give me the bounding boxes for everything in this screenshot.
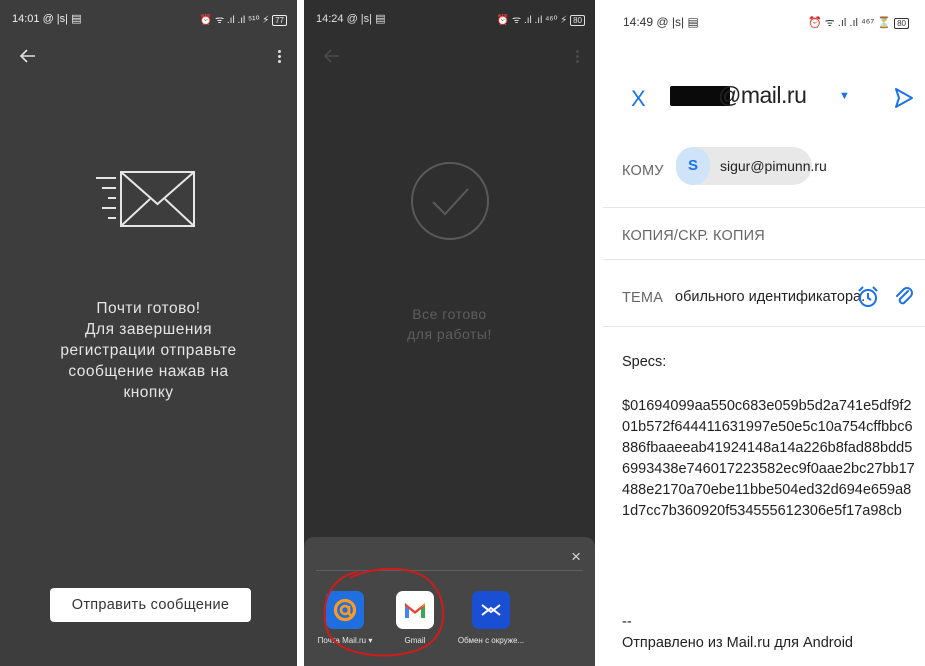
battery-icon: 77 xyxy=(272,14,287,26)
status-bar: 14:49 @ |s| ▤ ⏰ ᯤ .ıl .ıl ⁴⁶⁷ ⏳ 80 xyxy=(603,0,925,34)
status-time: 14:24 @ |s| ▤ xyxy=(316,13,386,25)
body-hash-text: $01694099aa550c683e059b5d2a741e5df9f201b… xyxy=(622,398,915,519)
almost-ready-message: Почти готово! Для завершения регистрации… xyxy=(60,300,237,401)
status-icons: ⏰ ᯤ .ıl .ıl ⁴⁶⁰ ⚡ 80 xyxy=(497,12,585,26)
share-target-nearby[interactable]: Обмен с окруже... xyxy=(446,591,536,645)
alarm-clock-icon[interactable] xyxy=(856,285,880,314)
to-row: КОМУ S sigur@pimunn.ru xyxy=(603,125,925,208)
avatar: S xyxy=(676,147,710,185)
share-target-label: Обмен с окруже... xyxy=(457,636,525,645)
battery-icon: 80 xyxy=(894,17,909,29)
annotation-circle xyxy=(323,568,445,657)
screen-almost-ready: 14:01 @ |s| ▤ ⏰ ᯤ .ıl .ıl ⁵¹⁰ ⚡ 77 Почти… xyxy=(0,0,297,666)
back-arrow-icon[interactable] xyxy=(322,46,342,66)
send-icon[interactable] xyxy=(893,86,915,115)
signature-text: Отправлено из Mail.ru для Android xyxy=(622,635,853,651)
status-icons: ⏰ ᯤ .ıl .ıl ⁵¹⁰ ⚡ 77 xyxy=(200,12,287,26)
cc-label: КОПИЯ/СКР. КОПИЯ xyxy=(622,228,765,244)
recipient-chip[interactable]: S sigur@pimunn.ru xyxy=(676,147,827,185)
subject-row: ТЕМА обильного идентификатора. xyxy=(603,268,925,327)
more-options-icon[interactable] xyxy=(277,50,283,64)
signature-separator: -- xyxy=(622,614,632,630)
close-compose-button[interactable]: X xyxy=(631,86,646,112)
envelope-sending-icon xyxy=(92,168,204,239)
status-bar: 14:01 @ |s| ▤ ⏰ ᯤ .ıl .ıl ⁵¹⁰ ⚡ 77 xyxy=(0,0,297,34)
status-time: 14:01 @ |s| ▤ xyxy=(12,13,82,25)
attachment-icon[interactable] xyxy=(892,285,916,314)
cc-row[interactable]: КОПИЯ/СКР. КОПИЯ xyxy=(603,207,925,260)
send-message-button[interactable]: Отправить сообщение xyxy=(50,588,251,622)
more-options-icon[interactable] xyxy=(575,50,581,64)
email-signature: -- Отправлено из Mail.ru для Android xyxy=(622,612,853,654)
recipient-email: sigur@pimunn.ru xyxy=(720,158,827,174)
status-icons: ⏰ ᯤ .ıl .ıl ⁴⁶⁷ ⏳ 80 xyxy=(808,15,909,30)
from-address[interactable]: @mail.ru xyxy=(718,82,807,109)
subject-label: ТЕМА xyxy=(622,290,664,306)
email-body[interactable]: Specs: $01694099aa550c683e059b5d2a741e5d… xyxy=(622,352,918,522)
status-time: 14:49 @ |s| ▤ xyxy=(623,15,699,29)
compose-header: X @mail.ru ▼ xyxy=(603,80,925,120)
battery-icon: 80 xyxy=(570,14,585,26)
body-specs-label: Specs: xyxy=(622,354,667,370)
checkmark-circle-icon xyxy=(409,160,491,247)
close-icon[interactable]: × xyxy=(571,548,581,565)
to-label: КОМУ xyxy=(622,163,664,179)
status-bar: 14:24 @ |s| ▤ ⏰ ᯤ .ıl .ıl ⁴⁶⁰ ⚡ 80 xyxy=(304,0,595,34)
nearby-share-icon xyxy=(472,591,510,629)
chevron-down-icon[interactable]: ▼ xyxy=(839,90,850,102)
subject-field[interactable]: обильного идентификатора. xyxy=(675,289,865,305)
screen-all-ready: 14:24 @ |s| ▤ ⏰ ᯤ .ıl .ıl ⁴⁶⁰ ⚡ 80 Все г… xyxy=(304,0,595,666)
all-ready-message: Все готово для работы! xyxy=(407,306,492,342)
back-arrow-icon[interactable] xyxy=(18,46,38,66)
screen-compose-email: 14:49 @ |s| ▤ ⏰ ᯤ .ıl .ıl ⁴⁶⁷ ⏳ 80 X @ma… xyxy=(603,0,925,666)
